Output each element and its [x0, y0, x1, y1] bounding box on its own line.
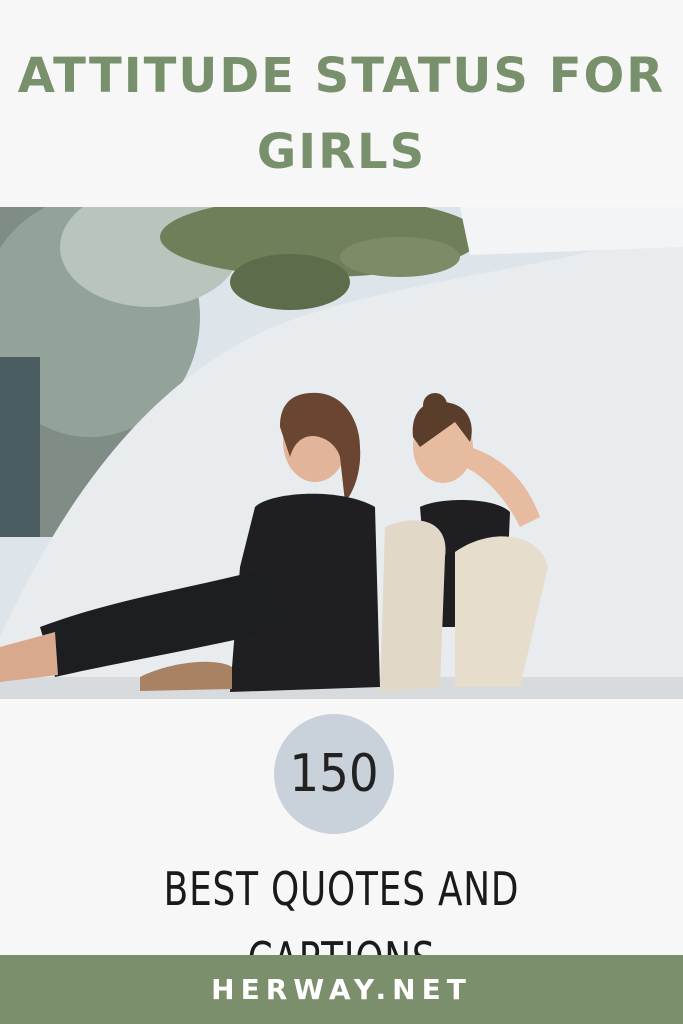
site-link[interactable]: HERWAY.NET: [211, 973, 472, 1006]
title-line-1: ATTITUDE STATUS FOR: [17, 48, 666, 104]
hero-photo: [0, 207, 683, 699]
count-badge: 150: [274, 714, 394, 834]
footer-bar[interactable]: HERWAY.NET: [0, 955, 683, 1024]
count-number: 150: [289, 744, 379, 804]
hero-photo-illustration: [0, 207, 683, 699]
title-line-2: GIRLS: [256, 124, 427, 180]
page-title: ATTITUDE STATUS FOR GIRLS: [0, 38, 683, 190]
